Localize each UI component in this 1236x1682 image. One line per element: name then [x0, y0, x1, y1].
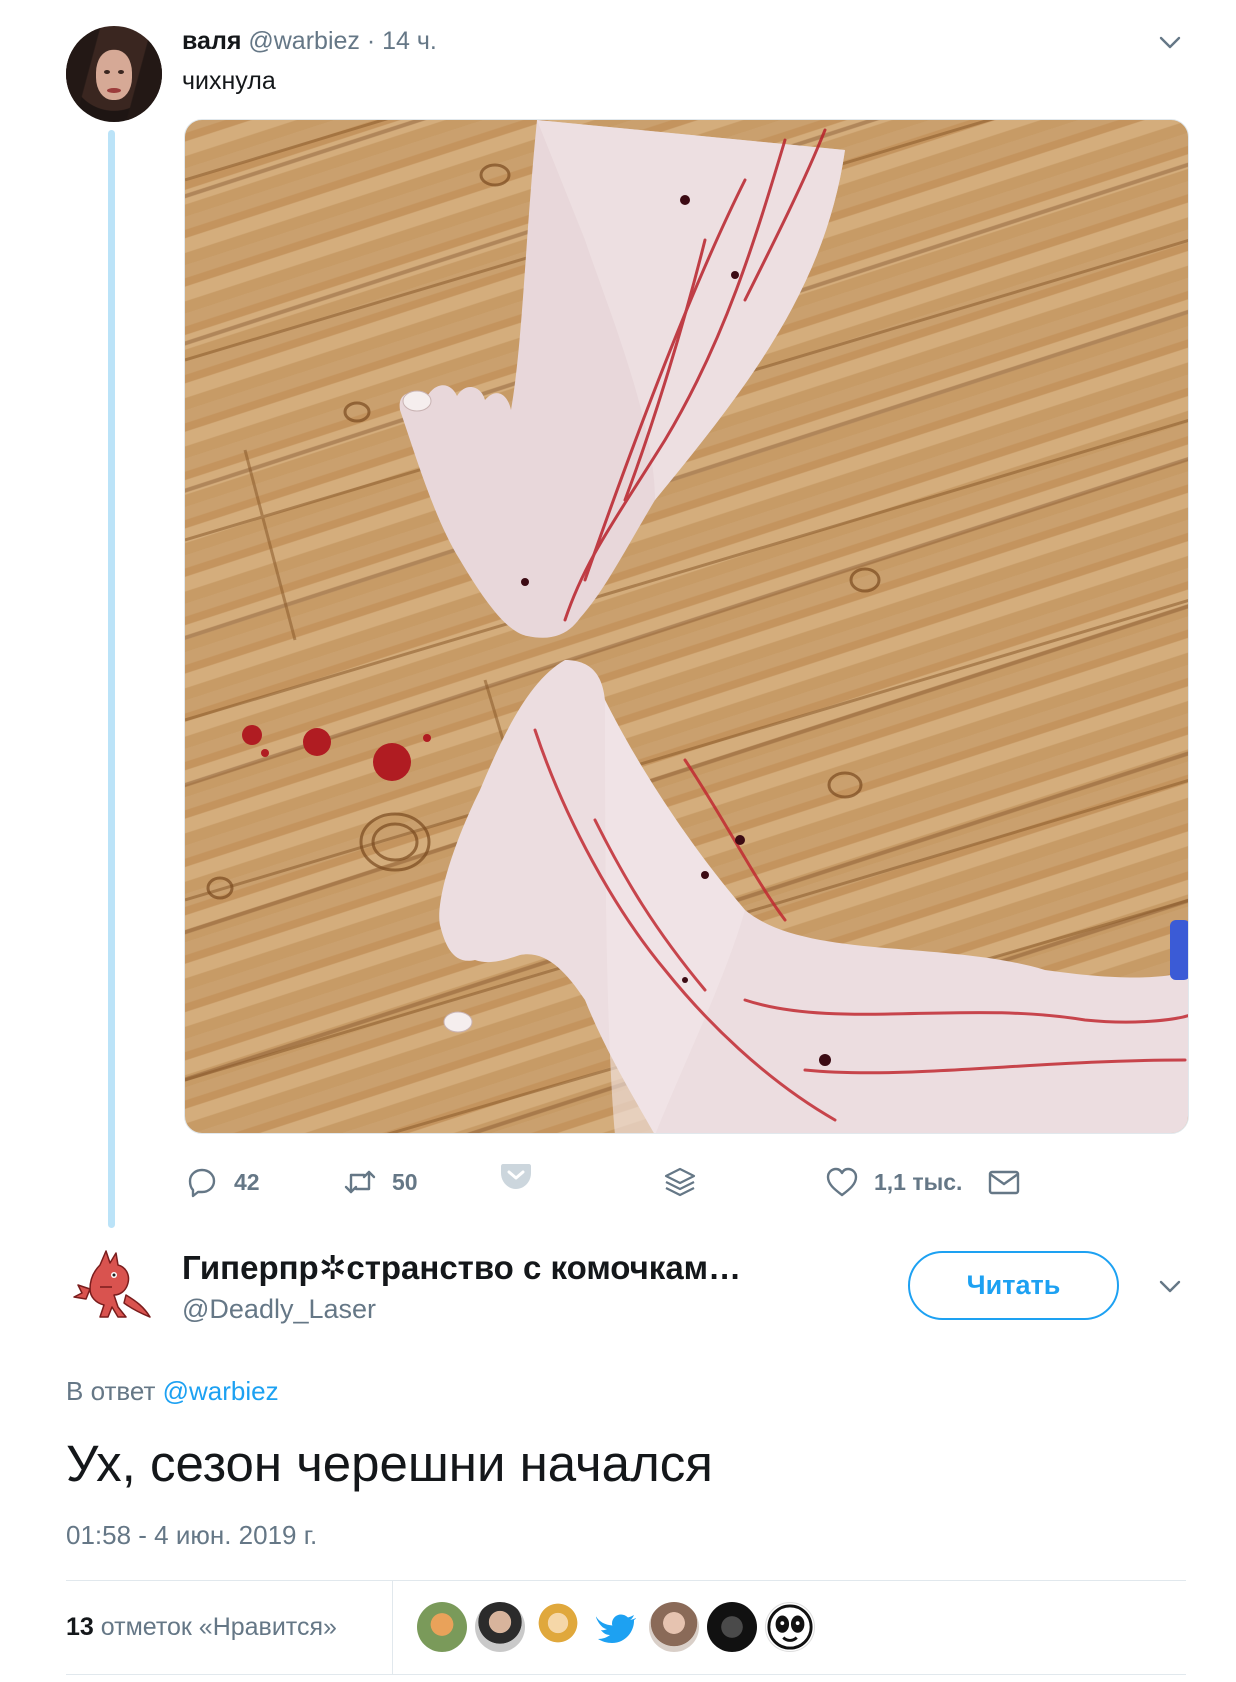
layers-action[interactable] — [662, 1160, 698, 1204]
avatar-lips — [107, 88, 121, 93]
reply-icon — [188, 1168, 216, 1198]
retweet-action[interactable]: 50 — [342, 1160, 418, 1204]
thread-line — [108, 130, 115, 1228]
author-handle[interactable]: @warbiez — [248, 27, 360, 55]
likes-label: отметок «Нравится» — [100, 1613, 337, 1641]
avatar-hair — [66, 26, 162, 122]
liker-avatar[interactable] — [533, 1602, 583, 1652]
reply-to-link[interactable]: @warbiez — [163, 1376, 279, 1406]
like-action[interactable]: 1,1 тыс. — [824, 1160, 962, 1204]
heart-icon — [826, 1167, 858, 1197]
liker-avatar[interactable] — [765, 1602, 815, 1652]
tweet-time[interactable]: · 14 ч. — [367, 27, 437, 55]
layers-icon — [664, 1167, 696, 1197]
tweet-photo[interactable] — [184, 119, 1189, 1134]
pocket-icon — [501, 1164, 531, 1189]
divider — [66, 1580, 1186, 1581]
liker-avatar[interactable] — [591, 1602, 641, 1652]
retweet-icon — [344, 1170, 376, 1194]
reply-author-name[interactable]: Гиперпр✲странство с комочкам… — [182, 1248, 741, 1288]
reply-prefix: В ответ — [66, 1376, 156, 1406]
liker-avatar[interactable] — [649, 1602, 699, 1652]
avatar[interactable] — [66, 26, 162, 122]
reply-action[interactable]: 42 — [184, 1160, 260, 1204]
reply-count: 42 — [234, 1168, 260, 1195]
liker-avatar[interactable] — [707, 1602, 757, 1652]
reply-timestamp[interactable]: 01:58 - 4 июн. 2019 г. — [66, 1518, 317, 1552]
pocket-action[interactable] — [498, 1154, 534, 1198]
chevron-down-icon[interactable] — [1157, 29, 1183, 55]
avatar-eye — [104, 70, 110, 74]
panda-mask-icon — [767, 1604, 813, 1650]
likes-summary[interactable]: 13 отметок «Нравится» — [66, 1610, 337, 1644]
likes-count: 13 — [66, 1613, 94, 1641]
tweet-header: валя @warbiez · 14 ч. — [182, 24, 437, 58]
liker-avatar[interactable] — [475, 1602, 525, 1652]
reply-text: Ух, сезон черешни начался — [66, 1435, 713, 1492]
mail-icon — [988, 1170, 1020, 1195]
avatar-eye — [118, 70, 124, 74]
author-name[interactable]: валя — [182, 27, 241, 55]
chevron-down-icon[interactable] — [1157, 1273, 1183, 1299]
message-action[interactable] — [986, 1160, 1022, 1204]
divider — [392, 1580, 393, 1674]
twitter-bird-icon — [595, 1614, 636, 1643]
follow-button[interactable]: Читать — [908, 1251, 1119, 1320]
retweet-count: 50 — [392, 1168, 418, 1195]
divider — [66, 1674, 1186, 1675]
photo-illustration — [185, 120, 1188, 1133]
reply-author-handle[interactable]: @Deadly_Laser — [182, 1292, 376, 1326]
reply-context: В ответ @warbiez — [66, 1374, 279, 1408]
tweet-text: чихнула — [182, 67, 276, 95]
tweet-actions: 42 50 1,1 тыс. — [184, 1160, 1034, 1204]
like-count: 1,1 тыс. — [874, 1168, 963, 1195]
liker-avatar[interactable] — [417, 1602, 467, 1652]
avatar[interactable] — [70, 1245, 154, 1329]
